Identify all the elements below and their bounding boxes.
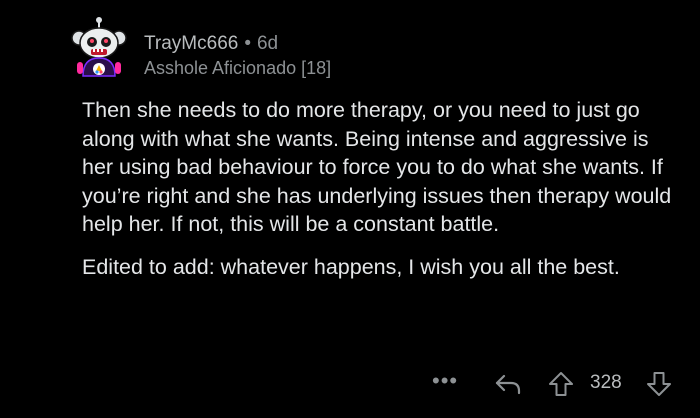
reply-button[interactable] <box>494 372 522 396</box>
comment-paragraph-1: Then she needs to do more therapy, or yo… <box>82 98 672 236</box>
upvote-arrow-icon <box>549 372 573 396</box>
downvote-button[interactable] <box>646 370 672 398</box>
username[interactable]: TrayMc666 <box>144 33 238 54</box>
comment-paragraph-2: Edited to add: whatever happens, I wish … <box>82 254 620 279</box>
meta-header: TrayMc666 • 6d <box>144 33 331 55</box>
reply-icon <box>495 374 521 395</box>
upvote-button[interactable] <box>548 370 574 398</box>
comment-age: 6d <box>256 33 279 54</box>
vote-score: 328 <box>590 372 622 393</box>
avatar[interactable] <box>68 16 130 80</box>
comment-meta: TrayMc666 • 6d Asshole Aficionado [18] <box>144 33 331 79</box>
user-flair: Asshole Aficionado [18] <box>144 58 332 78</box>
snoo-avatar-icon <box>71 17 127 77</box>
comment-actions: ••• 328 <box>0 366 700 402</box>
comment-body: Then she needs to do more therapy, or yo… <box>82 96 682 281</box>
meta-separator: • <box>244 33 251 54</box>
comment: TrayMc666 • 6d Asshole Aficionado [18] The… <box>0 0 700 418</box>
downvote-arrow-icon <box>647 372 671 396</box>
more-options-icon[interactable]: ••• <box>432 368 458 394</box>
